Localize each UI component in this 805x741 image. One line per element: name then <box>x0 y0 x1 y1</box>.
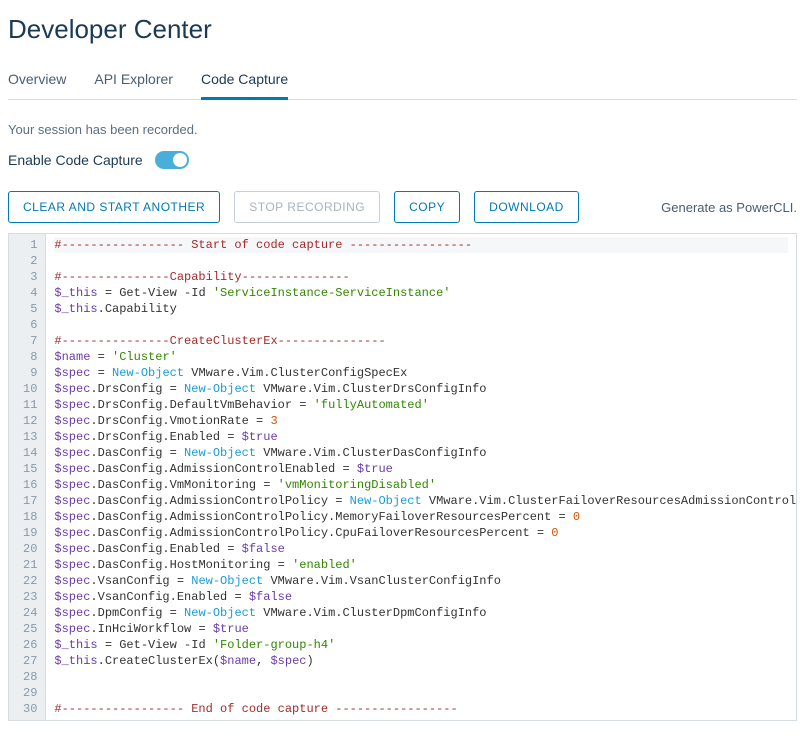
line-number: 9 <box>23 365 37 381</box>
line-number: 25 <box>23 621 37 637</box>
code-area[interactable]: #----------------- Start of code capture… <box>46 234 796 720</box>
code-line: $spec.DasConfig.AdmissionControlEnabled … <box>54 461 788 477</box>
clear-and-start-another-button[interactable]: CLEAR AND START ANOTHER <box>8 191 220 223</box>
generate-as-label: Generate as PowerCLI. <box>661 200 797 215</box>
line-number: 11 <box>23 397 37 413</box>
line-number-gutter: 1234567891011121314151617181920212223242… <box>9 234 46 720</box>
code-line: $spec.DasConfig.HostMonitoring = 'enable… <box>54 557 788 573</box>
status-text: Your session has been recorded. <box>8 122 797 137</box>
stop-recording-button[interactable]: STOP RECORDING <box>234 191 380 223</box>
code-line <box>54 685 788 701</box>
line-number: 18 <box>23 509 37 525</box>
code-line: $spec.DasConfig.AdmissionControlPolicy =… <box>54 493 788 509</box>
code-line: $spec.VsanConfig = New-Object VMware.Vim… <box>54 573 788 589</box>
code-line <box>54 253 788 269</box>
page-title: Developer Center <box>8 14 797 45</box>
line-number: 17 <box>23 493 37 509</box>
line-number: 1 <box>23 237 37 253</box>
line-number: 14 <box>23 445 37 461</box>
enable-code-capture-label: Enable Code Capture <box>8 152 143 168</box>
enable-code-capture-row: Enable Code Capture <box>8 151 797 169</box>
tab-overview[interactable]: Overview <box>8 63 66 100</box>
line-number: 6 <box>23 317 37 333</box>
line-number: 22 <box>23 573 37 589</box>
code-line: $spec.DasConfig.Enabled = $false <box>54 541 788 557</box>
line-number: 15 <box>23 461 37 477</box>
code-line: #---------------CreateClusterEx---------… <box>54 333 788 349</box>
code-line <box>54 317 788 333</box>
code-line: $spec.DasConfig.AdmissionControlPolicy.M… <box>54 509 788 525</box>
line-number: 29 <box>23 685 37 701</box>
line-number: 2 <box>23 253 37 269</box>
line-number: 30 <box>23 701 37 717</box>
tab-code-capture[interactable]: Code Capture <box>201 63 288 100</box>
code-line: $_this = Get-View -Id 'ServiceInstance-S… <box>54 285 788 301</box>
code-line: $spec.DrsConfig = New-Object VMware.Vim.… <box>54 381 788 397</box>
line-number: 7 <box>23 333 37 349</box>
code-line: $spec.DasConfig.VmMonitoring = 'vmMonito… <box>54 477 788 493</box>
copy-button[interactable]: COPY <box>394 191 460 223</box>
code-line: $spec.DrsConfig.DefaultVmBehavior = 'ful… <box>54 397 788 413</box>
line-number: 24 <box>23 605 37 621</box>
code-line: $_this.CreateClusterEx($name, $spec) <box>54 653 788 669</box>
code-line: $spec.InHciWorkflow = $true <box>54 621 788 637</box>
line-number: 23 <box>23 589 37 605</box>
code-line <box>54 669 788 685</box>
line-number: 16 <box>23 477 37 493</box>
code-line: #----------------- Start of code capture… <box>54 237 788 253</box>
line-number: 21 <box>23 557 37 573</box>
line-number: 12 <box>23 413 37 429</box>
line-number: 10 <box>23 381 37 397</box>
line-number: 13 <box>23 429 37 445</box>
code-editor[interactable]: 1234567891011121314151617181920212223242… <box>8 233 797 721</box>
line-number: 27 <box>23 653 37 669</box>
code-line: $spec.DpmConfig = New-Object VMware.Vim.… <box>54 605 788 621</box>
code-line: $spec = New-Object VMware.Vim.ClusterCon… <box>54 365 788 381</box>
code-line: $_this.Capability <box>54 301 788 317</box>
code-line: $spec.DasConfig = New-Object VMware.Vim.… <box>54 445 788 461</box>
line-number: 20 <box>23 541 37 557</box>
code-line: $spec.DrsConfig.Enabled = $true <box>54 429 788 445</box>
download-button[interactable]: DOWNLOAD <box>474 191 579 223</box>
toggle-knob <box>173 153 187 167</box>
toolbar: CLEAR AND START ANOTHER STOP RECORDING C… <box>8 191 797 223</box>
code-line: $spec.DasConfig.AdmissionControlPolicy.C… <box>54 525 788 541</box>
line-number: 3 <box>23 269 37 285</box>
line-number: 28 <box>23 669 37 685</box>
code-line: $name = 'Cluster' <box>54 349 788 365</box>
code-line: $spec.VsanConfig.Enabled = $false <box>54 589 788 605</box>
tab-api-explorer[interactable]: API Explorer <box>94 63 173 100</box>
code-line: #----------------- End of code capture -… <box>54 701 788 717</box>
line-number: 5 <box>23 301 37 317</box>
code-line: $_this = Get-View -Id 'Folder-group-h4' <box>54 637 788 653</box>
code-line: #---------------Capability--------------… <box>54 269 788 285</box>
enable-code-capture-toggle[interactable] <box>155 151 189 169</box>
line-number: 19 <box>23 525 37 541</box>
line-number: 4 <box>23 285 37 301</box>
line-number: 26 <box>23 637 37 653</box>
line-number: 8 <box>23 349 37 365</box>
tab-bar: Overview API Explorer Code Capture <box>8 63 797 100</box>
code-line: $spec.DrsConfig.VmotionRate = 3 <box>54 413 788 429</box>
